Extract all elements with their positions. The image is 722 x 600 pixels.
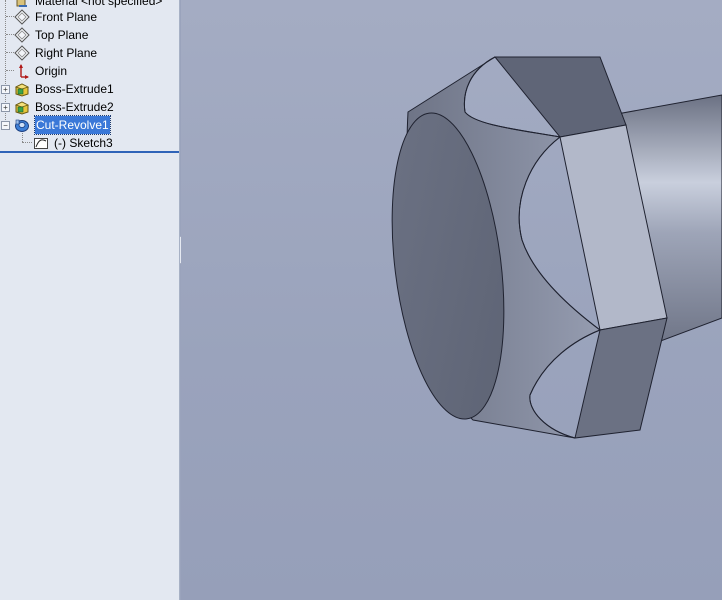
graphics-viewport[interactable] xyxy=(181,0,722,600)
tree-item-right-plane[interactable]: Right Plane xyxy=(0,44,178,62)
expand-toggle[interactable]: + xyxy=(1,85,10,94)
tree-item-label: (-) Sketch3 xyxy=(54,136,113,150)
bolt-model[interactable] xyxy=(181,0,722,600)
tree-item-label: Origin xyxy=(35,64,68,78)
tree-item-label: Right Plane xyxy=(35,46,98,60)
tree-item-top-plane[interactable]: Top Plane xyxy=(0,26,178,44)
tree-item-label: Front Plane xyxy=(35,10,98,24)
tree-item-label-selected: Cut-Revolve1 xyxy=(34,115,111,135)
plane-icon xyxy=(14,27,30,43)
tree-item-label: Top Plane xyxy=(35,28,89,42)
tree-item-label: Boss-Extrude1 xyxy=(35,82,114,96)
tree-item-cut-revolve1[interactable]: − Cut-Revolve1 xyxy=(0,115,178,135)
feature-manager-tree[interactable]: Material <not specified> Front Plane Top… xyxy=(0,0,180,600)
solidworks-window: Material <not specified> Front Plane Top… xyxy=(0,0,722,600)
boss-extrude-icon xyxy=(14,99,30,115)
tree-item-front-plane[interactable]: Front Plane xyxy=(0,8,178,26)
tree-item-sketch3[interactable]: (-) Sketch3 xyxy=(0,134,178,152)
expand-toggle[interactable]: + xyxy=(1,103,10,112)
tree-item-label: Boss-Extrude2 xyxy=(35,100,114,114)
sketch-icon xyxy=(33,135,49,151)
tree-item-boss-extrude2[interactable]: + Boss-Extrude2 xyxy=(0,98,178,116)
boss-extrude-icon xyxy=(14,81,30,97)
origin-icon xyxy=(14,63,30,79)
plane-icon xyxy=(14,45,30,61)
cut-revolve-icon xyxy=(14,117,30,133)
plane-icon xyxy=(14,9,30,25)
rollback-bar[interactable] xyxy=(0,151,179,153)
collapse-toggle[interactable]: − xyxy=(1,121,10,130)
tree-item-boss-extrude1[interactable]: + Boss-Extrude1 xyxy=(0,80,178,98)
hex-face-top[interactable] xyxy=(493,56,627,138)
tree-item-origin[interactable]: Origin xyxy=(0,62,178,80)
hex-face-lower[interactable] xyxy=(574,317,668,439)
